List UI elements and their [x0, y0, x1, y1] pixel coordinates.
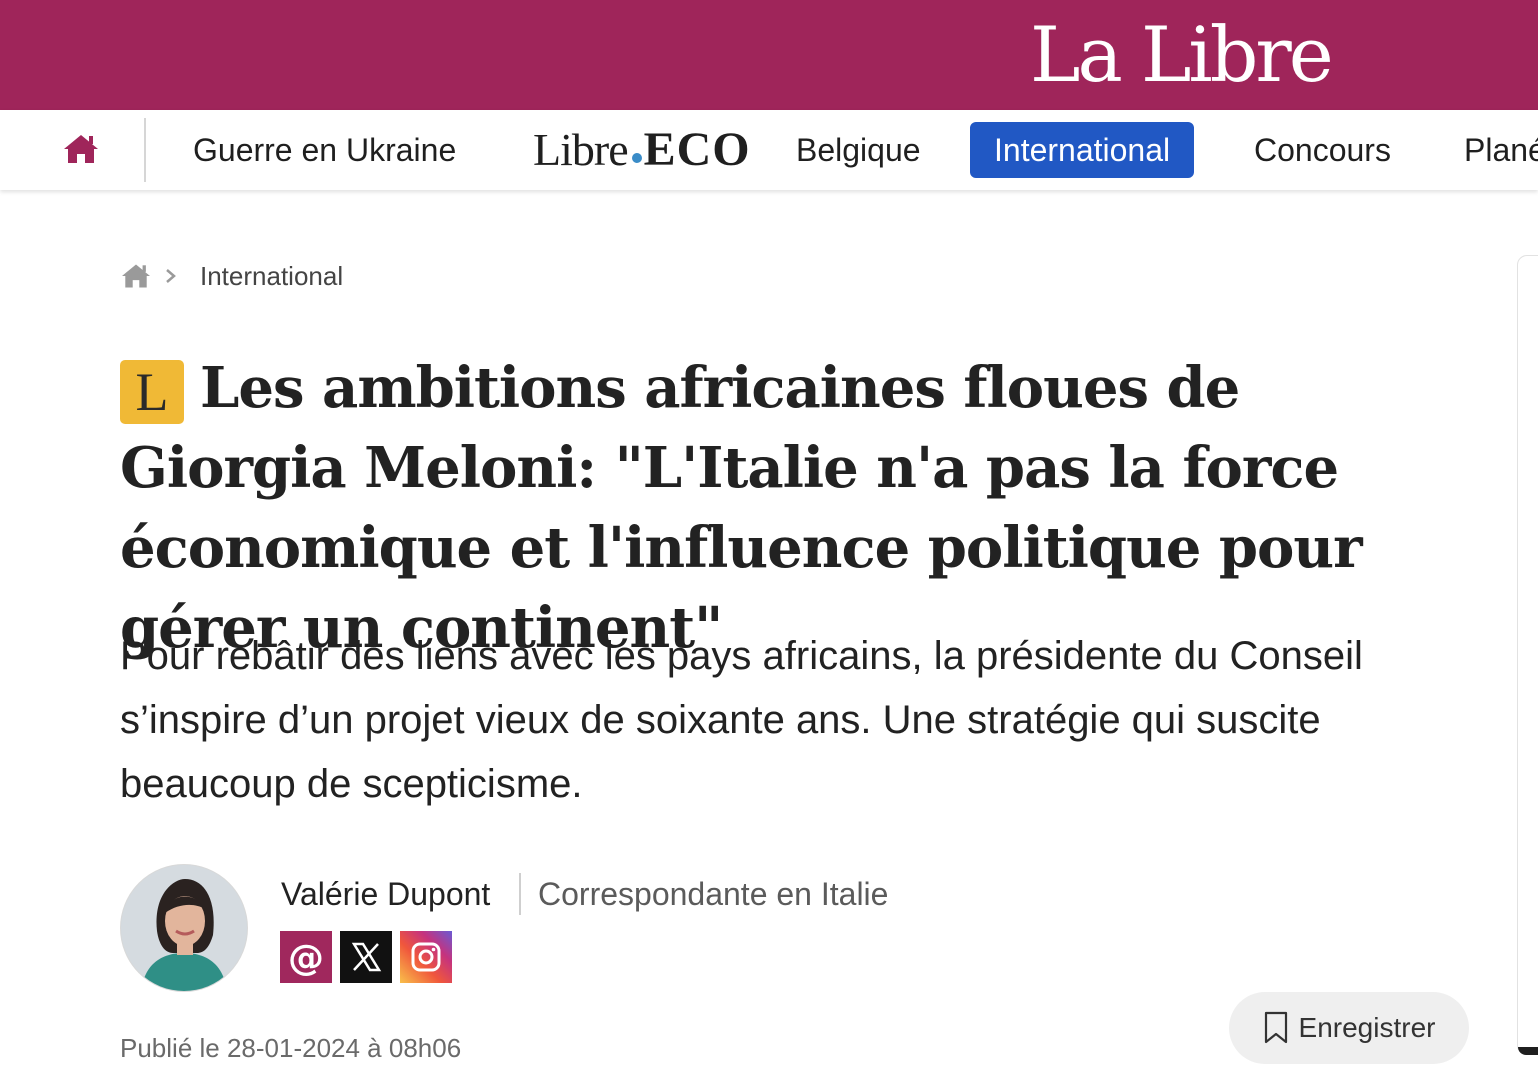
publish-date: Publié le 28-01-2024 à 08h06: [120, 1033, 462, 1063]
libre-eco-dot: [631, 153, 642, 164]
save-button[interactable]: Enregistrer: [1229, 992, 1469, 1064]
author-role: Correspondante en Italie: [538, 876, 889, 912]
nav-item-concours[interactable]: Concours: [1254, 122, 1391, 178]
instagram-icon[interactable]: [400, 931, 452, 983]
author-divider: [519, 873, 521, 915]
article-lead: Pour rebâtir des liens avec les pays afr…: [120, 634, 1363, 806]
chevron-right-icon: [164, 267, 178, 285]
side-panel-bar: [1518, 1047, 1538, 1055]
libre-eco-eco: ECO: [643, 123, 751, 176]
bookmark-icon: [1264, 1011, 1287, 1044]
side-panel-edge: [1517, 255, 1538, 1055]
breadcrumb: International: [120, 258, 343, 294]
nav-item-belgique[interactable]: Belgique: [796, 122, 921, 178]
breadcrumb-current[interactable]: International: [200, 261, 343, 292]
main-nav: Guerre en Ukraine Libre ECO Belgique Inte…: [0, 110, 1538, 190]
nav-item-international[interactable]: International: [970, 122, 1195, 178]
author-name[interactable]: Valérie Dupont: [281, 872, 490, 916]
home-icon[interactable]: [62, 132, 106, 168]
premium-badge: L: [120, 360, 184, 424]
libre-eco-libre: Libre: [533, 124, 629, 175]
author-avatar[interactable]: [120, 864, 248, 992]
top-brand-bar: La Libre: [0, 0, 1538, 110]
nav-divider: [144, 118, 146, 182]
nav-item-planete[interactable]: Plané: [1464, 122, 1538, 178]
home-icon[interactable]: [120, 262, 152, 290]
article-title-text: Les ambitions africaines floues de Giorg…: [120, 355, 1363, 661]
at-sign-icon[interactable]: @: [280, 931, 332, 983]
x-logo-icon[interactable]: [340, 931, 392, 983]
nav-item-libre-eco[interactable]: Libre ECO: [533, 122, 751, 178]
site-logo[interactable]: La Libre: [1030, 10, 1334, 100]
svg-text:@: @: [288, 938, 324, 979]
save-button-label: Enregistrer: [1298, 1012, 1436, 1043]
article-title: L Les ambitions africaines floues de Gior…: [120, 348, 1460, 668]
nav-item-guerre-en-ukraine[interactable]: Guerre en Ukraine: [193, 122, 456, 178]
